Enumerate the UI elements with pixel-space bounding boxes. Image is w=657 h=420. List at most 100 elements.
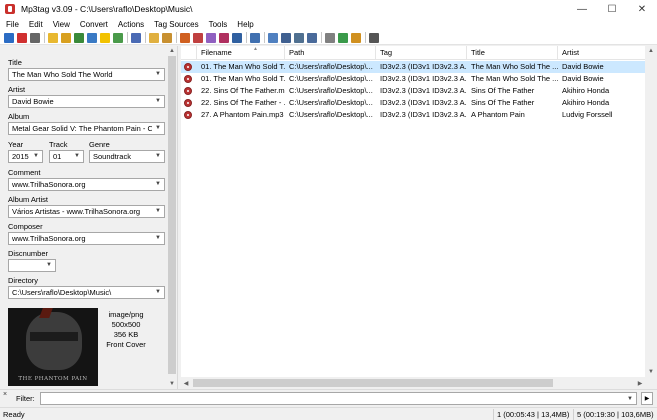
- toolbar: [0, 31, 657, 45]
- favorite-icon[interactable]: [100, 32, 110, 43]
- album-artist-field[interactable]: Vários Artistas - www.TrilhaSonora.org ▼: [8, 205, 165, 218]
- select-all-icon[interactable]: [131, 32, 141, 43]
- column-path[interactable]: Path: [285, 46, 376, 60]
- scroll-up-icon[interactable]: ▲: [167, 46, 177, 56]
- filter-bar: × Filter: ▼ ▶: [0, 389, 657, 407]
- table-row[interactable]: 01. The Man Who Sold T... C:\Users\raflo\…: [181, 61, 657, 73]
- edit-icon[interactable]: [250, 32, 260, 43]
- composer-field[interactable]: www.TrilhaSonora.org ▼: [8, 232, 165, 245]
- menu-file[interactable]: File: [1, 18, 24, 31]
- chevron-down-icon[interactable]: ▼: [152, 206, 164, 217]
- column-icon[interactable]: [181, 46, 197, 60]
- status-total: 5 (00:19:30 | 103,6MB): [577, 410, 654, 419]
- chevron-down-icon[interactable]: ▼: [71, 151, 83, 162]
- title-field[interactable]: The Man Who Sold The World ▼: [8, 68, 165, 81]
- year-field[interactable]: 2015 ▼: [8, 150, 43, 163]
- scrollbar-thumb[interactable]: [168, 56, 176, 374]
- directory-field[interactable]: C:\Users\raflo\Desktop\Music\ ▼: [8, 286, 165, 299]
- table-row[interactable]: 01. The Man Who Sold T... C:\Users\raflo\…: [181, 73, 657, 85]
- filename-filename-icon[interactable]: [206, 32, 216, 43]
- comment-field[interactable]: www.TrilhaSonora.org ▼: [8, 178, 165, 191]
- album-field[interactable]: Metal Gear Solid V: The Phantom Pain - C…: [8, 122, 165, 135]
- column-filename[interactable]: ▲ Filename: [197, 46, 285, 60]
- menu-tag-sources[interactable]: Tag Sources: [149, 18, 203, 31]
- filter-go-button[interactable]: ▶: [641, 392, 653, 405]
- save-icon[interactable]: [4, 32, 14, 43]
- settings-icon[interactable]: [307, 32, 317, 43]
- comment-value: www.TrilhaSonora.org: [12, 180, 86, 189]
- close-icon[interactable]: ×: [3, 391, 7, 398]
- case-conversion-icon[interactable]: [232, 32, 242, 43]
- hscrollbar-thumb[interactable]: [193, 379, 553, 387]
- web-sources-icon[interactable]: [351, 32, 361, 43]
- menu-view[interactable]: View: [48, 18, 75, 31]
- export-icon[interactable]: [268, 32, 278, 43]
- genre-field[interactable]: Soundtrack ▼: [89, 150, 165, 163]
- table-row[interactable]: 22. Sins Of The Father.m... C:\Users\rafl…: [181, 85, 657, 97]
- year-value: 2015: [12, 152, 29, 161]
- discnumber-field[interactable]: ▼: [8, 259, 56, 272]
- cell-artist: Akihiro Honda: [562, 98, 610, 107]
- remove-tag-icon[interactable]: [17, 32, 27, 43]
- scroll-up-icon[interactable]: ▲: [646, 46, 656, 56]
- maximize-button[interactable]: ☐: [597, 0, 627, 18]
- globe-icon[interactable]: [338, 32, 348, 43]
- tag-tag-icon[interactable]: [180, 32, 190, 43]
- refresh-icon[interactable]: [113, 32, 123, 43]
- menu-help[interactable]: Help: [232, 18, 258, 31]
- chevron-down-icon[interactable]: ▼: [152, 233, 164, 244]
- playlist-icon[interactable]: [162, 32, 172, 43]
- title-label: Title: [8, 58, 22, 67]
- chevron-down-icon[interactable]: ▼: [43, 260, 55, 271]
- cover-art-visor: [30, 332, 78, 341]
- scroll-right-icon[interactable]: ▶: [635, 378, 645, 388]
- column-filename-label: Filename: [201, 48, 232, 57]
- toolbar-separator: [127, 32, 128, 43]
- open-folder-icon[interactable]: [149, 32, 159, 43]
- track-field[interactable]: 01 ▼: [49, 150, 84, 163]
- file-list-hscrollbar[interactable]: ◀ ▶: [181, 377, 645, 389]
- chevron-down-icon[interactable]: ▼: [152, 123, 164, 134]
- scroll-left-icon[interactable]: ◀: [181, 378, 191, 388]
- menu-actions[interactable]: Actions: [113, 18, 149, 31]
- menu-edit[interactable]: Edit: [24, 18, 48, 31]
- track-value: 01: [53, 152, 62, 161]
- wrench-icon[interactable]: [369, 32, 379, 43]
- chevron-down-icon[interactable]: ▼: [152, 96, 164, 107]
- filter-input[interactable]: ▼: [40, 392, 637, 405]
- column-tag[interactable]: Tag: [376, 46, 467, 60]
- scroll-down-icon[interactable]: ▼: [646, 367, 656, 377]
- cell-filename: 22. Sins Of The Father - ...: [201, 98, 285, 107]
- tag-filename-icon[interactable]: [74, 32, 84, 43]
- menu-convert[interactable]: Convert: [75, 18, 113, 31]
- chevron-down-icon[interactable]: ▼: [152, 69, 164, 80]
- add-directory-icon[interactable]: [48, 32, 58, 43]
- column-title[interactable]: Title: [467, 46, 558, 60]
- cover-art[interactable]: THE PHANTOM PAIN: [8, 308, 98, 386]
- menu-tools[interactable]: Tools: [204, 18, 233, 31]
- chevron-down-icon[interactable]: ▼: [152, 151, 164, 162]
- file-list: ▲ Filename Path Tag Title Artist 01. The…: [181, 46, 657, 377]
- columns-icon[interactable]: [281, 32, 291, 43]
- tag-sources-icon[interactable]: [219, 32, 229, 43]
- users-icon[interactable]: [325, 32, 335, 43]
- minimize-button[interactable]: —: [567, 0, 597, 18]
- status-bar: Ready 1 (00:05:43 | 13,4MB) 5 (00:19:30 …: [0, 407, 657, 420]
- chevron-down-icon[interactable]: ▼: [624, 393, 636, 404]
- file-list-vscrollbar[interactable]: ▲ ▼: [645, 46, 657, 377]
- tag-panel-scrollbar[interactable]: ▲ ▼: [167, 46, 177, 389]
- filename-tag-icon[interactable]: [87, 32, 97, 43]
- artist-field[interactable]: David Bowie ▼: [8, 95, 165, 108]
- chevron-down-icon[interactable]: ▼: [152, 179, 164, 190]
- table-row[interactable]: 22. Sins Of The Father - ... C:\Users\raf…: [181, 97, 657, 109]
- column-artist[interactable]: Artist: [558, 46, 649, 60]
- view-icon[interactable]: [294, 32, 304, 43]
- undo-icon[interactable]: [30, 32, 40, 43]
- table-row[interactable]: 27. A Phantom Pain.mp3 C:\Users\raflo\Des…: [181, 109, 657, 121]
- close-button[interactable]: ✕: [627, 0, 657, 18]
- text-file-tag-icon[interactable]: [193, 32, 203, 43]
- chevron-down-icon[interactable]: ▼: [30, 151, 42, 162]
- chevron-down-icon[interactable]: ▼: [152, 287, 164, 298]
- scroll-down-icon[interactable]: ▼: [167, 379, 177, 389]
- change-directory-icon[interactable]: [61, 32, 71, 43]
